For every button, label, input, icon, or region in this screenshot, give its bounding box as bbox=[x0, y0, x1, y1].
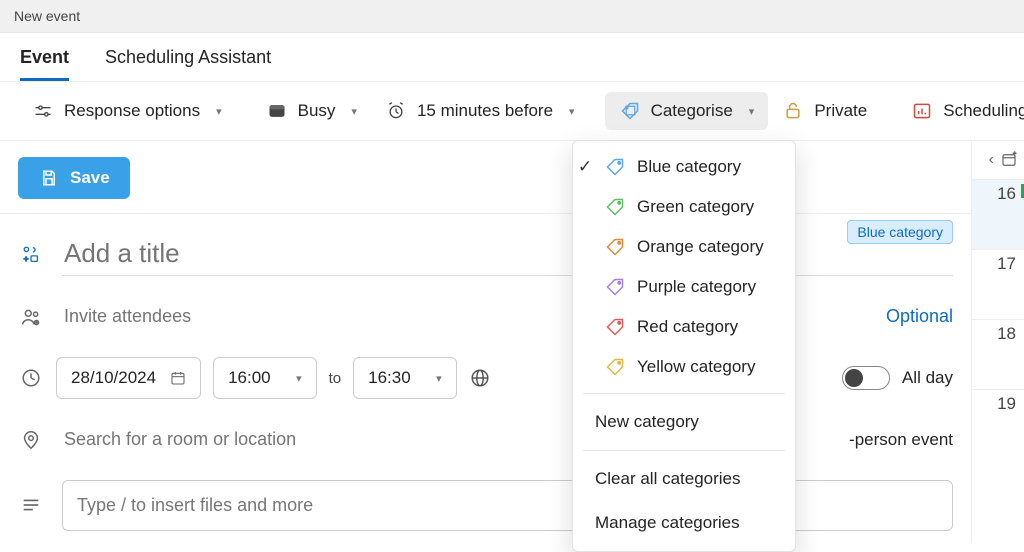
tag-icon bbox=[605, 317, 625, 337]
category-label: Red category bbox=[637, 317, 738, 337]
poll-icon bbox=[911, 100, 933, 122]
datetime-row: 28/10/2024 16:00 ▾ to 16:30 ▾ All day bbox=[18, 345, 953, 411]
show-as-button[interactable]: Busy ▾ bbox=[252, 92, 371, 130]
busy-icon bbox=[266, 100, 288, 122]
toolbar: Response options ▾ Busy ▾ 15 minutes bef… bbox=[0, 81, 1024, 141]
content: Save + Blue category Optional 28/10/2 bbox=[0, 141, 1024, 543]
tab-event[interactable]: Event bbox=[20, 47, 69, 81]
event-form: Save + Blue category Optional 28/10/2 bbox=[0, 141, 972, 543]
response-options-button[interactable]: Response options ▾ bbox=[18, 92, 236, 130]
title-row: + Blue category bbox=[18, 220, 953, 288]
tag-icon bbox=[605, 157, 625, 177]
sliders-icon bbox=[32, 100, 54, 122]
to-label: to bbox=[329, 370, 342, 387]
attendees-row: Optional bbox=[18, 288, 953, 345]
category-label: Orange category bbox=[637, 237, 764, 257]
tag-icon bbox=[605, 277, 625, 297]
timezone-button[interactable] bbox=[469, 367, 491, 389]
tab-scheduling-assistant[interactable]: Scheduling Assistant bbox=[105, 47, 271, 81]
reminder-button[interactable]: 15 minutes before ▾ bbox=[371, 92, 589, 130]
category-label: Purple category bbox=[637, 277, 756, 297]
category-label: Blue category bbox=[637, 157, 741, 177]
chevron-down-icon: ▾ bbox=[749, 105, 755, 118]
all-day-control: All day bbox=[842, 366, 953, 390]
emoji-picker-icon[interactable]: + bbox=[18, 243, 44, 265]
tag-icon bbox=[605, 357, 625, 377]
category-item[interactable]: Purple category bbox=[573, 267, 795, 307]
in-person-label: -person event bbox=[849, 430, 953, 450]
scheduling-poll-button[interactable]: Scheduling poll bbox=[897, 92, 1024, 130]
categorise-dropdown: ✓ Blue category Green category Orange categ… bbox=[572, 140, 796, 552]
svg-text:+: + bbox=[24, 254, 29, 263]
category-label: Yellow category bbox=[637, 357, 755, 377]
day-cell[interactable]: 19 bbox=[972, 389, 1024, 459]
save-button[interactable]: Save bbox=[18, 157, 130, 199]
window-title: New event bbox=[14, 8, 80, 24]
description-icon bbox=[18, 494, 44, 516]
chevron-down-icon: ▾ bbox=[569, 105, 575, 118]
window-titlebar: New event bbox=[0, 0, 1024, 33]
calendar-icon bbox=[170, 370, 186, 386]
category-item[interactable]: Yellow category bbox=[573, 347, 795, 387]
manage-categories-item[interactable]: Manage categories bbox=[573, 501, 795, 545]
tag-icon bbox=[605, 237, 625, 257]
side-calendar: ‹ 16171819 bbox=[972, 141, 1024, 543]
body-row: Type / to insert files and more bbox=[18, 468, 953, 543]
tag-icon bbox=[619, 100, 641, 122]
tab-strip: Event Scheduling Assistant bbox=[0, 33, 1024, 81]
chevron-down-icon: ▾ bbox=[296, 372, 302, 385]
category-item[interactable]: Orange category bbox=[573, 227, 795, 267]
day-cell[interactable]: 18 bbox=[972, 319, 1024, 389]
alarm-icon bbox=[385, 100, 407, 122]
chevron-down-icon: ▾ bbox=[351, 105, 357, 118]
new-category-item[interactable]: New category bbox=[573, 400, 795, 444]
menu-separator bbox=[583, 393, 785, 394]
category-label: Green category bbox=[637, 197, 754, 217]
lock-icon bbox=[782, 100, 804, 122]
menu-separator bbox=[583, 450, 785, 451]
private-button[interactable]: Private bbox=[768, 92, 881, 130]
save-icon bbox=[38, 167, 60, 189]
chevron-down-icon: ▾ bbox=[436, 372, 442, 385]
body-editor[interactable]: Type / to insert files and more bbox=[62, 480, 953, 531]
title-input[interactable] bbox=[62, 232, 953, 276]
category-item[interactable]: Green category bbox=[573, 187, 795, 227]
end-time-picker[interactable]: 16:30 ▾ bbox=[353, 357, 457, 399]
all-day-toggle[interactable] bbox=[842, 366, 890, 390]
category-item[interactable]: ✓ Blue category bbox=[573, 147, 795, 187]
category-item[interactable]: Red category bbox=[573, 307, 795, 347]
clear-all-categories-item[interactable]: Clear all categories bbox=[573, 457, 795, 501]
check-icon: ✓ bbox=[571, 157, 599, 177]
optional-attendees-link[interactable]: Optional bbox=[886, 306, 953, 327]
clock-icon bbox=[18, 367, 44, 389]
category-badge[interactable]: Blue category bbox=[847, 220, 953, 244]
location-icon bbox=[18, 429, 44, 451]
day-cell[interactable]: 16 bbox=[972, 179, 1024, 249]
start-time-picker[interactable]: 16:00 ▾ bbox=[213, 357, 317, 399]
chevron-down-icon: ▾ bbox=[216, 105, 222, 118]
day-cell[interactable]: 17 bbox=[972, 249, 1024, 319]
calendar-expand-icon[interactable] bbox=[1000, 151, 1018, 169]
categorise-button[interactable]: Categorise ▾ bbox=[605, 92, 769, 130]
people-icon bbox=[18, 306, 44, 328]
location-row: -person event bbox=[18, 411, 953, 468]
prev-week-button[interactable]: ‹ bbox=[989, 151, 994, 169]
tag-icon bbox=[605, 197, 625, 217]
start-date-picker[interactable]: 28/10/2024 bbox=[56, 357, 201, 399]
